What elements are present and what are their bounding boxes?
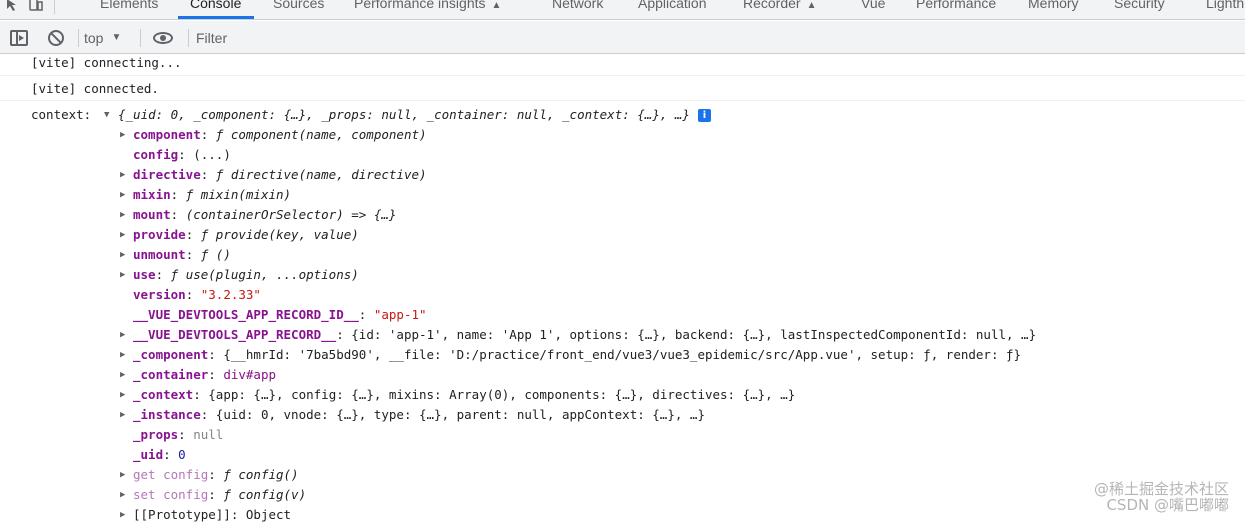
toolbar-divider xyxy=(78,29,79,47)
context-log-entry: context: ▼ {_uid: 0, _component: {…}, _p… xyxy=(0,106,1245,126)
inspect-element-icon[interactable] xyxy=(0,0,24,12)
property-row[interactable]: _props: null xyxy=(0,426,1245,446)
collapsed-triangle-icon[interactable]: ▶ xyxy=(120,206,125,224)
cursor-arrow-icon xyxy=(7,0,16,11)
show-console-sidebar-button[interactable] xyxy=(8,21,30,54)
collapsed-triangle-icon[interactable]: ▶ xyxy=(120,386,125,404)
collapsed-triangle-icon[interactable]: ▶ xyxy=(120,466,125,484)
tab-strip-tools xyxy=(0,0,63,19)
clear-circle-icon xyxy=(48,29,64,46)
collapsed-triangle-icon[interactable]: ▶ xyxy=(120,246,125,264)
device-mobile-icon xyxy=(29,0,43,11)
property-row[interactable]: ▶ _container: div#app xyxy=(0,366,1245,386)
property-row[interactable]: ▶ component: ƒ component(name, component) xyxy=(0,126,1245,146)
watermark: @稀土掘金技术社区 CSDN @嘴巴嘟嘟 xyxy=(1093,480,1229,514)
collapsed-triangle-icon[interactable]: ▶ xyxy=(120,506,125,523)
collapsed-triangle-icon[interactable]: ▶ xyxy=(120,126,125,144)
property-row[interactable]: ▶ _instance: {uid: 0, vnode: {…}, type: {… xyxy=(0,406,1245,426)
property-row[interactable]: ▶ unmount: ƒ () xyxy=(0,246,1245,266)
tab-vue[interactable]: Vue xyxy=(861,0,885,12)
console-output: [vite] connecting... [vite] connected. c… xyxy=(0,55,1245,523)
object-preview[interactable]: {_uid: 0, _component: {…}, _props: null,… xyxy=(118,106,711,124)
collapsed-triangle-icon[interactable]: ▶ xyxy=(120,166,125,184)
device-toolbar-icon[interactable] xyxy=(24,0,48,12)
tab-performance-insights[interactable]: Performance insights ▲ xyxy=(354,0,501,15)
clear-console-button[interactable] xyxy=(44,21,68,54)
property-row[interactable]: ▶ _context: {app: {…}, config: {…}, mixin… xyxy=(0,386,1245,406)
sidebar-toggle-icon xyxy=(10,29,28,46)
warning-icon: ▲ xyxy=(806,0,817,11)
warning-icon: ▲ xyxy=(491,0,502,11)
property-row[interactable]: __VUE_DEVTOOLS_APP_RECORD_ID__: "app-1" xyxy=(0,306,1245,326)
tab-security[interactable]: Security xyxy=(1114,0,1165,12)
property-row[interactable]: ▶ mixin: ƒ mixin(mixin) xyxy=(0,186,1245,206)
property-row[interactable]: ▶ [[Prototype]]: Object xyxy=(0,506,1245,523)
tab-sources[interactable]: Sources xyxy=(273,0,324,12)
collapsed-triangle-icon[interactable]: ▶ xyxy=(120,366,125,384)
property-row[interactable]: ▶ provide: ƒ provide(key, value) xyxy=(0,226,1245,246)
collapsed-triangle-icon[interactable]: ▶ xyxy=(120,346,125,364)
tab-application[interactable]: Application xyxy=(638,0,707,12)
eye-icon xyxy=(153,31,173,44)
property-row[interactable]: ▶ __VUE_DEVTOOLS_APP_RECORD__: {id: 'app-… xyxy=(0,326,1245,346)
property-row[interactable]: ▶ _component: {__hmrId: '7ba5bd90', __fil… xyxy=(0,346,1245,366)
collapsed-triangle-icon[interactable]: ▶ xyxy=(120,406,125,424)
tab-network[interactable]: Network xyxy=(552,0,603,12)
filter-input[interactable] xyxy=(196,29,496,46)
info-icon[interactable]: i xyxy=(697,109,711,122)
collapsed-triangle-icon[interactable]: ▶ xyxy=(120,226,125,244)
devtools-tab-strip: Elements Console Sources Performance ins… xyxy=(0,0,1245,20)
filter-field[interactable] xyxy=(196,21,496,54)
property-row[interactable]: ▶ get config: ƒ config() xyxy=(0,466,1245,486)
collapsed-triangle-icon[interactable]: ▶ xyxy=(120,326,125,344)
tab-strip-divider xyxy=(54,0,55,14)
property-row[interactable]: _uid: 0 xyxy=(0,446,1245,466)
tab-memory[interactable]: Memory xyxy=(1028,0,1079,12)
tab-elements[interactable]: Elements xyxy=(100,0,158,12)
tab-console[interactable]: Console xyxy=(177,0,255,19)
console-toolbar: top ▼ xyxy=(0,21,1245,54)
property-row[interactable]: ▶ use: ƒ use(plugin, ...options) xyxy=(0,266,1245,286)
property-row[interactable]: config: (...) xyxy=(0,146,1245,166)
tab-performance[interactable]: Performance xyxy=(916,0,996,12)
property-row[interactable]: ▶ directive: ƒ directive(name, directive) xyxy=(0,166,1245,186)
collapsed-triangle-icon[interactable]: ▶ xyxy=(120,266,125,284)
console-message: [vite] connected. xyxy=(0,76,1245,101)
dropdown-arrow-icon: ▼ xyxy=(111,32,122,43)
collapsed-triangle-icon[interactable]: ▶ xyxy=(120,486,125,504)
console-message: [vite] connecting... xyxy=(0,55,1245,76)
toolbar-divider xyxy=(188,29,189,47)
property-row[interactable]: ▶ mount: (containerOrSelector) => {…} xyxy=(0,206,1245,226)
collapsed-triangle-icon[interactable]: ▶ xyxy=(120,186,125,204)
expanded-triangle-icon[interactable]: ▼ xyxy=(104,106,109,124)
tab-recorder[interactable]: Recorder ▲ xyxy=(743,0,817,15)
toolbar-divider xyxy=(140,29,141,47)
property-row[interactable]: ▶ set config: ƒ config(v) xyxy=(0,486,1245,506)
property-row[interactable]: version: "3.2.33" xyxy=(0,286,1245,306)
live-expression-button[interactable] xyxy=(151,21,175,54)
tab-lighthouse[interactable]: Lighth xyxy=(1206,0,1244,12)
javascript-context-select[interactable]: top ▼ xyxy=(84,21,134,54)
